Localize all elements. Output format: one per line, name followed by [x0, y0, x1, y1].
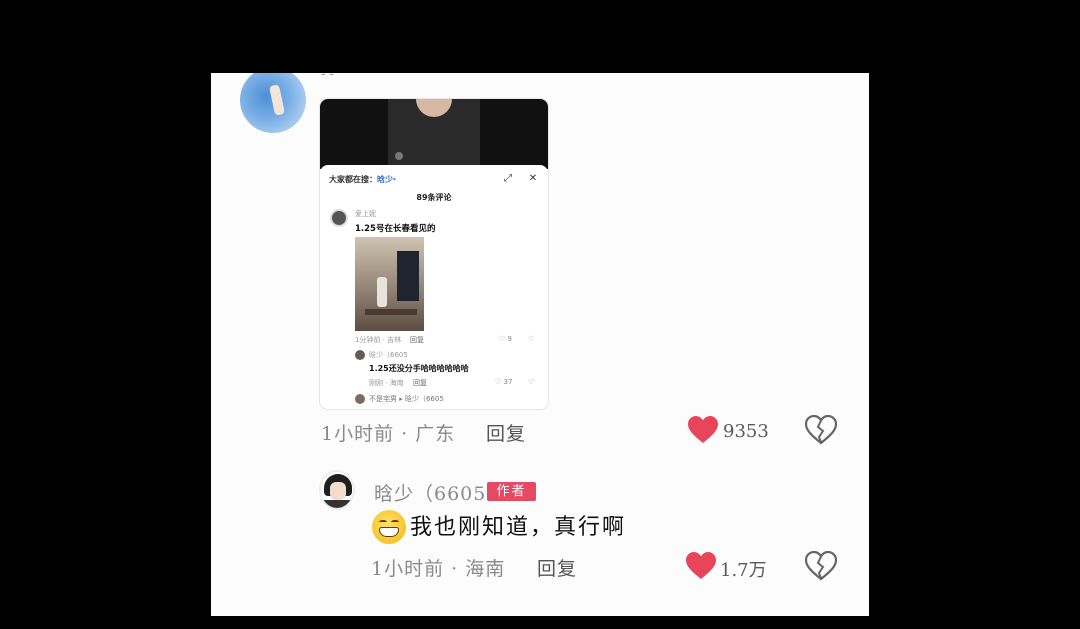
- like-count: 1.7万: [720, 560, 767, 581]
- avatar: [355, 350, 365, 360]
- comment-photo: [355, 237, 424, 331]
- comment-meta: 1分钟前 · 吉林: [355, 336, 402, 344]
- heart-icon[interactable]: [687, 415, 719, 445]
- like-count: ♡ 9: [499, 335, 512, 343]
- avatar: [355, 394, 365, 404]
- user-avatar[interactable]: [240, 73, 306, 133]
- comment-thread: -'- 大家都在搜：晗少ᵠ ⤢ ✕ 89条评论 爱上妮 1.25号在长春看见的 …: [211, 73, 869, 616]
- heart-icon: ♡: [495, 378, 502, 386]
- heart-icon[interactable]: [685, 551, 717, 581]
- search-suggestion: 大家都在搜：晗少ᵠ: [329, 175, 396, 184]
- comment-meta: 1小时前 · 广东: [321, 423, 456, 445]
- comment-meta: 1小时前 · 海南: [371, 558, 506, 580]
- broken-heart-icon[interactable]: [805, 415, 837, 445]
- comment-user: 晗少（6605: [369, 351, 408, 359]
- avatar: [330, 209, 348, 227]
- expand-icon: ⤢: [504, 173, 512, 184]
- comment-count: 89条评论: [416, 193, 452, 202]
- comment-text: 1.25号在长春看见的: [355, 224, 436, 234]
- reply-label: 回复: [410, 336, 424, 344]
- comment-user: 爱上妮: [355, 210, 376, 218]
- like-count: ♡ 37: [495, 378, 513, 386]
- attached-screenshot[interactable]: 大家都在搜：晗少ᵠ ⤢ ✕ 89条评论 爱上妮 1.25号在长春看见的 1分钟前…: [320, 99, 548, 409]
- reply-button[interactable]: 回复: [486, 419, 526, 446]
- grin-emoji-icon: [372, 510, 406, 544]
- heart-icon: ♡: [499, 335, 506, 343]
- video-frame: [320, 99, 548, 169]
- close-icon: ✕: [528, 173, 538, 184]
- author-badge: 作者: [487, 482, 536, 501]
- reply-button[interactable]: 回复: [537, 554, 577, 581]
- like-count: 9353: [723, 421, 769, 442]
- comment-text: 1.25还没分手哈哈哈哈哈哈: [369, 364, 469, 373]
- comment-text: 我也刚知道，真行啊: [410, 515, 627, 540]
- comment-user: 不是宅男 ▸ 晗少（6605: [369, 395, 444, 403]
- broken-heart-icon[interactable]: [805, 551, 837, 581]
- author-username[interactable]: 晗少（6605: [374, 479, 486, 506]
- author-avatar[interactable]: [319, 470, 355, 510]
- username[interactable]: -'-: [321, 73, 334, 82]
- broken-heart-icon: ♡: [528, 378, 535, 386]
- reply-label: 回复: [413, 379, 427, 387]
- comment-meta: 刚刚 · 海南: [369, 379, 404, 387]
- broken-heart-icon: ♡: [528, 335, 535, 343]
- comments-panel: 大家都在搜：晗少ᵠ ⤢ ✕ 89条评论 爱上妮 1.25号在长春看见的 1分钟前…: [320, 165, 548, 409]
